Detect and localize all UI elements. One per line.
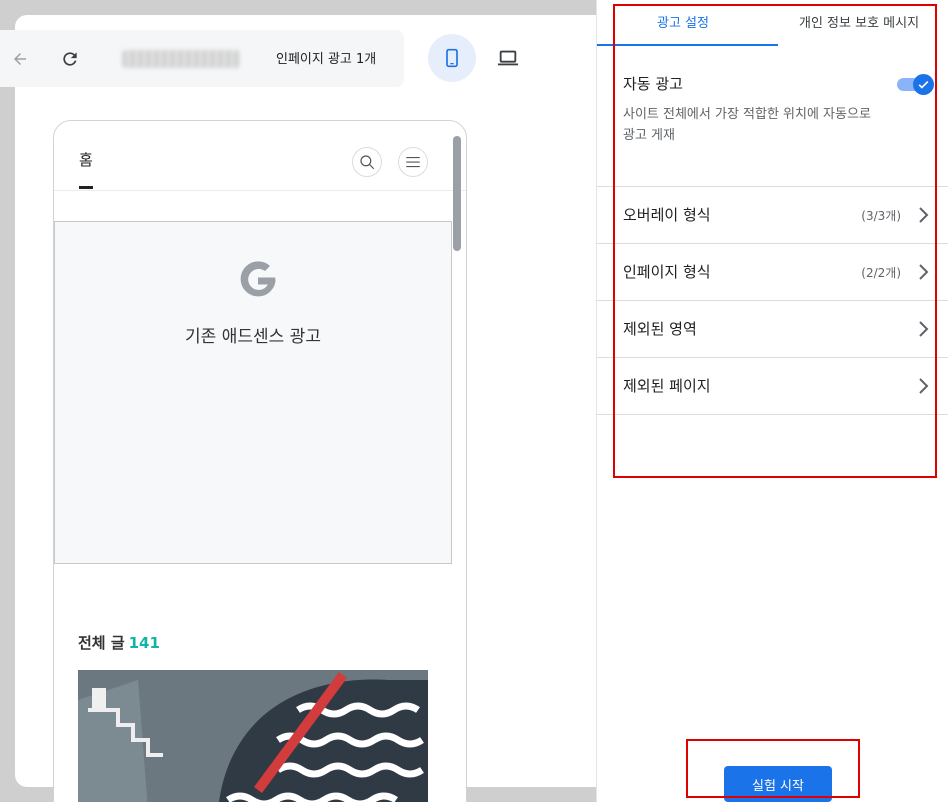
preview-scrollbar[interactable] bbox=[453, 136, 461, 251]
home-tab-indicator bbox=[79, 186, 93, 189]
google-g-icon bbox=[240, 261, 276, 297]
all-posts-count: 141 bbox=[128, 634, 160, 652]
chevron-right-icon bbox=[919, 207, 929, 223]
refresh-button[interactable] bbox=[50, 30, 90, 87]
laptop-icon bbox=[497, 50, 519, 66]
site-menu-button[interactable] bbox=[398, 147, 428, 177]
row-count: (3/3개) bbox=[861, 209, 901, 223]
start-experiment-button[interactable]: 실험 시작 bbox=[724, 766, 832, 802]
settings-row-inpage-formats[interactable]: 인페이지 형식 (2/2개) bbox=[597, 243, 948, 300]
divider bbox=[597, 414, 948, 415]
adsense-ad-label: 기존 애드센스 광고 bbox=[185, 327, 321, 347]
row-label: 인페이지 형식 bbox=[623, 263, 711, 281]
auto-ads-title: 자동 광고 bbox=[623, 75, 683, 93]
settings-row-excluded-areas[interactable]: 제외된 영역 bbox=[597, 300, 948, 357]
smartphone-icon bbox=[446, 48, 458, 68]
search-icon bbox=[360, 155, 375, 170]
tab-privacy-messages[interactable]: 개인 정보 보호 메시지 bbox=[799, 12, 919, 31]
post-thumbnail-image bbox=[78, 670, 428, 802]
refresh-icon bbox=[63, 51, 77, 66]
all-posts-label: 전체 글 bbox=[78, 634, 125, 652]
row-label: 제외된 페이지 bbox=[623, 377, 711, 395]
row-label: 오버레이 형식 bbox=[623, 206, 711, 224]
chevron-right-icon bbox=[919, 264, 929, 280]
post-thumbnail[interactable] bbox=[78, 670, 428, 802]
chevron-right-icon bbox=[919, 321, 929, 337]
auto-ads-description: 사이트 전체에서 가장 적합한 위치에 자동으로 광고 게재 bbox=[623, 107, 871, 143]
inpage-ad-count: 인페이지 광고 1개 bbox=[276, 52, 377, 67]
existing-adsense-ad: 기존 애드센스 광고 bbox=[54, 221, 452, 564]
tab-ad-settings[interactable]: 광고 설정 bbox=[657, 12, 709, 31]
site-search-button[interactable] bbox=[352, 147, 382, 177]
check-icon bbox=[918, 80, 929, 89]
mobile-preview-frame: 홈 기존 애드센스 광고 전체 글 141 bbox=[53, 120, 467, 802]
site-url bbox=[122, 50, 240, 68]
site-header: 홈 bbox=[54, 121, 466, 191]
row-count: (2/2개) bbox=[861, 266, 901, 280]
backdrop bbox=[0, 15, 15, 787]
all-posts-heading: 전체 글 141 bbox=[78, 632, 160, 653]
back-button[interactable] bbox=[0, 30, 40, 87]
ad-settings-panel: 광고 설정 개인 정보 보호 메시지 자동 광고 사이트 전체에서 가장 적합한… bbox=[596, 0, 948, 802]
auto-ads-toggle[interactable] bbox=[897, 74, 934, 95]
chevron-right-icon bbox=[919, 378, 929, 394]
row-label: 제외된 영역 bbox=[623, 320, 697, 338]
settings-row-excluded-pages[interactable]: 제외된 페이지 bbox=[597, 357, 948, 414]
preview-toolbar: 인페이지 광고 1개 bbox=[0, 30, 404, 87]
desktop-view-button[interactable] bbox=[484, 34, 532, 82]
home-tab[interactable]: 홈 bbox=[79, 149, 93, 170]
settings-row-overlay-formats[interactable]: 오버레이 형식 (3/3개) bbox=[597, 186, 948, 243]
menu-icon bbox=[406, 156, 420, 168]
mobile-view-button[interactable] bbox=[428, 34, 476, 82]
arrow-left-icon bbox=[14, 52, 26, 65]
toggle-knob bbox=[913, 74, 934, 95]
active-tab-indicator bbox=[597, 44, 778, 46]
